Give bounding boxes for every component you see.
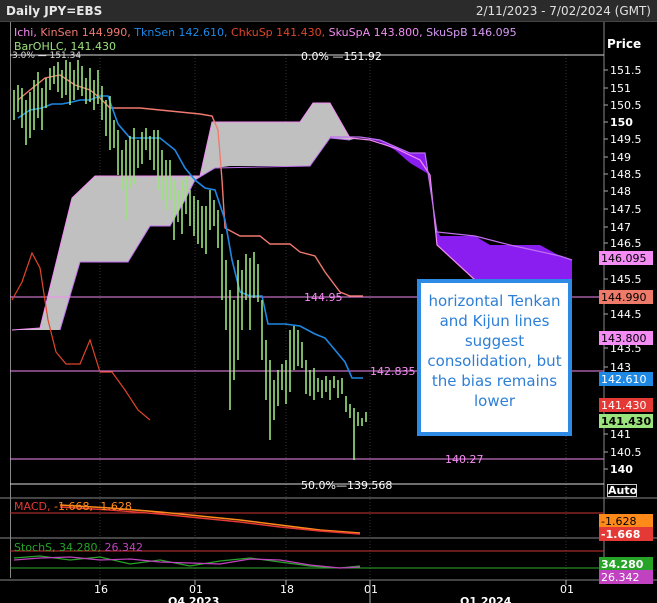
tag-span-a-text: 143.800 (601, 332, 647, 345)
level-142-label: 142.835 (370, 365, 416, 378)
left-border (10, 22, 11, 578)
legend-stoch-name: StochS, (14, 541, 56, 554)
price-tick-label: 146.5 (610, 237, 642, 250)
time-tick-label: 16 (94, 583, 108, 596)
legend-macd-name: MACD, (14, 500, 51, 513)
legend-chikou: ChkuSp 141.430, (231, 26, 326, 39)
tag-chikou-text: 141.430 (601, 399, 647, 412)
price-tick-label: 147.5 (610, 203, 642, 216)
level-144-label: 144.95 (304, 291, 343, 304)
date-range: 2/11/2023 - 7/02/2024 (GMT) (475, 4, 651, 18)
price-tick-label: 140.5 (610, 446, 642, 459)
price-tick-label: 151.5 (610, 64, 642, 77)
price-tick-label: 144.5 (610, 308, 642, 321)
tag-macd-signal-text: -1.628 (601, 515, 636, 528)
auto-scale-button[interactable]: Auto (607, 484, 637, 497)
legend-spanb: SkuSpB 146.095 (426, 26, 517, 39)
legend-stoch-d: 26.342 (104, 541, 144, 554)
price-tick-label: 150.5 (610, 99, 642, 112)
price-tick-label: 147 (610, 221, 631, 234)
fib-50-label: 50.0%—139.568 (301, 479, 392, 492)
price-tick-label: 148.5 (610, 168, 642, 181)
tag-macd-text: -1.668 (601, 528, 640, 541)
tag-stoch-k-text: 34.280 (601, 558, 644, 571)
price-axis-header: Price (607, 37, 641, 51)
sub-panes (10, 504, 604, 569)
price-tick-label: 151 (610, 82, 631, 95)
price-tick-label: 149 (610, 151, 631, 164)
instrument-title: Daily JPY=EBS (6, 4, 103, 18)
chart-title-bar: Daily JPY=EBS 2/11/2023 - 7/02/2024 (GMT… (0, 0, 657, 22)
level-140-label: 140.27 (445, 453, 484, 466)
period-label-q4: Q4 2023 (168, 595, 219, 603)
price-tick-label: 145.5 (610, 273, 642, 286)
legend-stoch-k: 34.280, (59, 541, 102, 554)
time-axis[interactable]: 16 01 18 01 01Q4 2023 Q1 2024 (94, 580, 574, 603)
price-tick-label: 148 (610, 185, 631, 198)
legend-macd-values: -1.668, -1.628 (53, 500, 132, 513)
tag-span-b-text: 146.095 (601, 252, 647, 265)
price-tick-label: 141 (610, 428, 631, 441)
price-tick-label: 150 (610, 116, 633, 129)
time-tick-label: 01 (560, 583, 574, 596)
time-tick-label: 01 (364, 583, 378, 596)
tag-close-text: 141.430 (601, 415, 651, 428)
stoch-k-line (13, 555, 361, 569)
legend-stoch[interactable]: StochS, 34.280, 26.342 (14, 541, 143, 554)
legend-kijun: KinSen 144.990, (40, 26, 131, 39)
legend-macd[interactable]: MACD, -1.668, -1.628 (14, 500, 132, 513)
price-tick-label: 140 (610, 463, 633, 476)
legend-ichimoku[interactable]: Ichi, KinSen 144.990, TknSen 142.610, Ch… (14, 26, 517, 39)
tag-stoch-d-text: 26.342 (601, 571, 640, 584)
tag-tenkan-text: 142.610 (601, 373, 647, 386)
annotation-note: horizontal Tenkan and Kijun lines sugges… (417, 279, 572, 436)
legend-bar-ohlc[interactable]: BarOHLC, 141.430 (14, 40, 116, 53)
legend-tenkan: TknSen 142.610, (134, 26, 228, 39)
fib-0-label: 0.0% —151.92 (301, 50, 382, 63)
legend-ichi: Ichi, (14, 26, 37, 39)
price-tick-label: 149.5 (610, 133, 642, 146)
price-tags: 146.095 144.990 143.800 142.610 141.430 141.4… (599, 251, 653, 584)
period-label-q1: Q1 2024 (460, 595, 512, 603)
time-tick-label: 18 (280, 583, 294, 596)
legend-spana: SkuSpA 143.800, (328, 26, 423, 39)
tag-kijun-text: 144.990 (601, 291, 647, 304)
